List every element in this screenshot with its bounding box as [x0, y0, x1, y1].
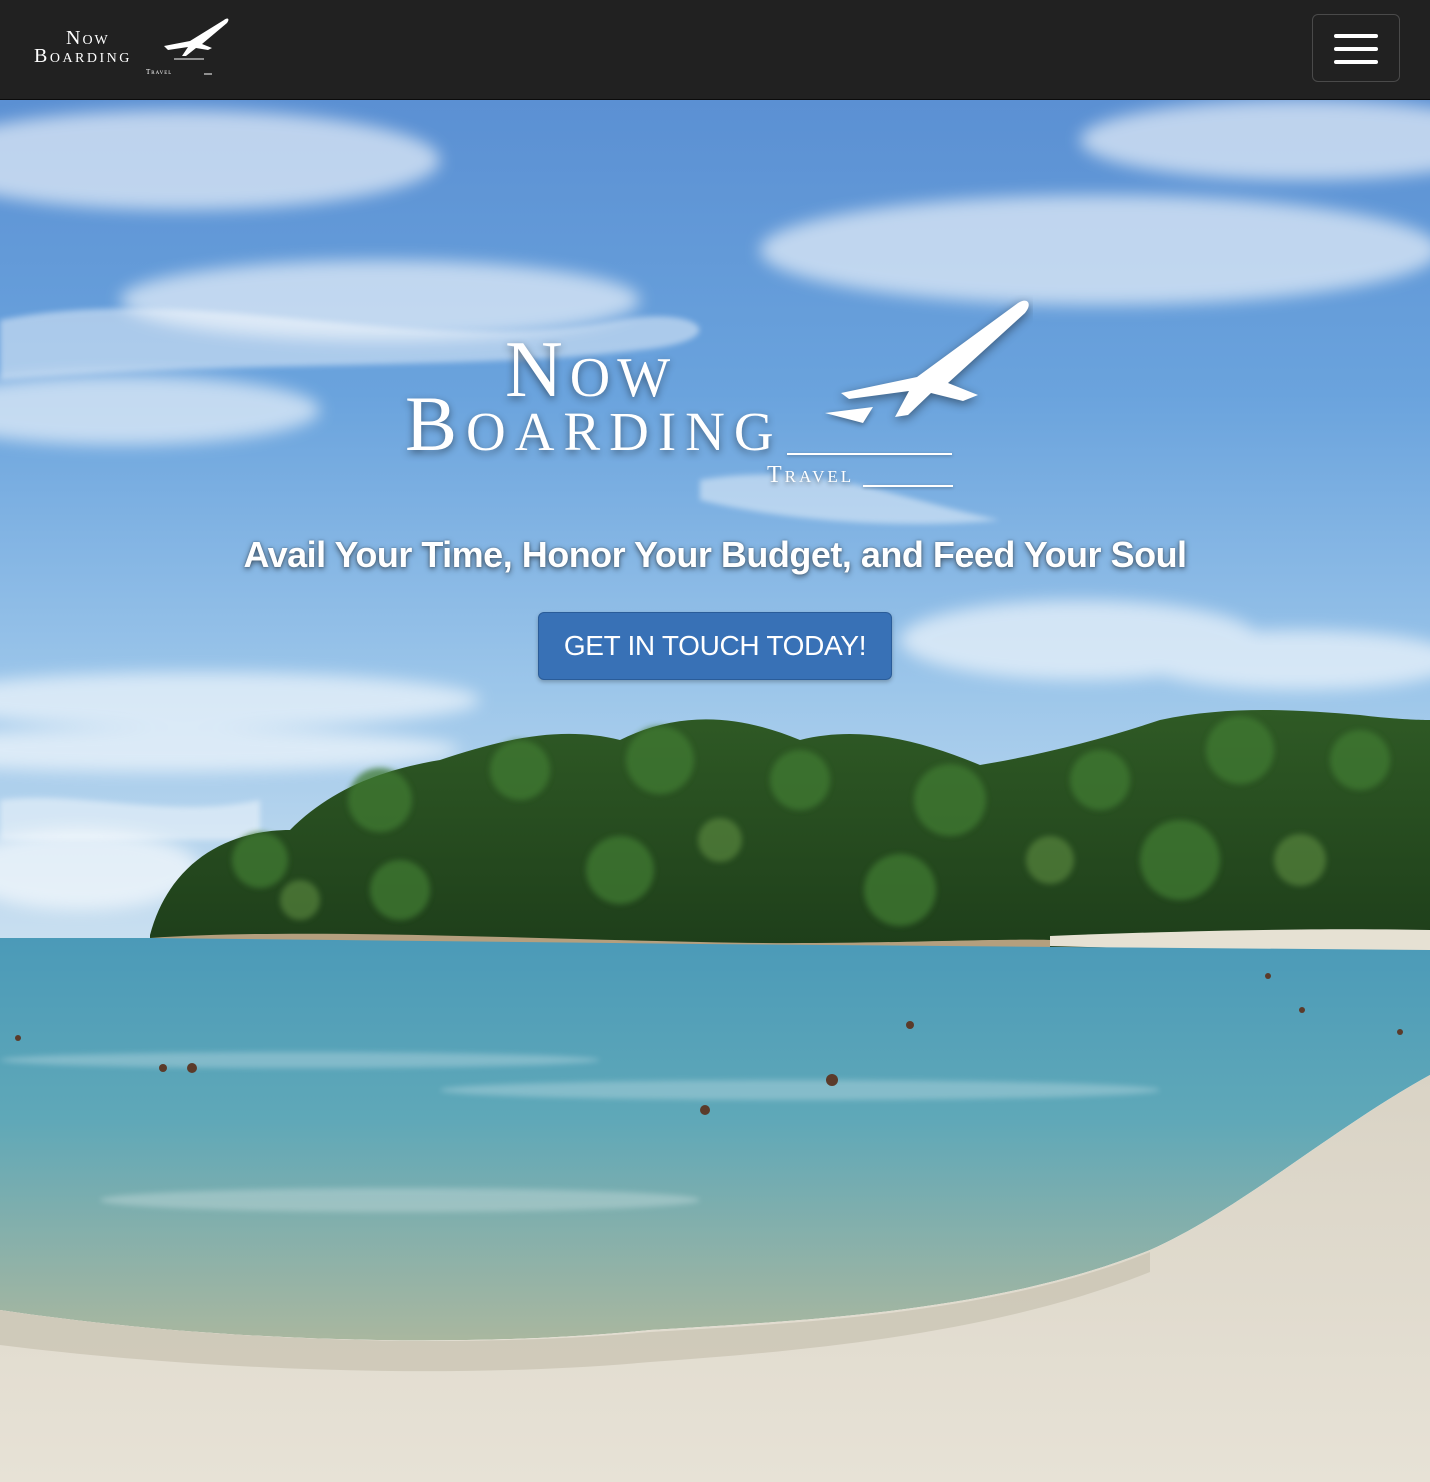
get-in-touch-button[interactable]: GET IN TOUCH TODAY! — [538, 612, 892, 680]
hero-logo-rule — [787, 453, 952, 455]
navbar: Now Boarding Travel — [0, 0, 1430, 100]
airplane-icon — [825, 300, 1029, 423]
hero-brand-logo: Now Boarding Travel — [405, 295, 1035, 495]
hamburger-menu-button[interactable] — [1312, 14, 1400, 82]
brand-logo-word-boarding: Boarding — [34, 45, 132, 67]
hamburger-menu-icon-bar — [1334, 47, 1378, 51]
hamburger-menu-icon-bar — [1334, 60, 1378, 64]
brand-logo-link[interactable]: Now Boarding Travel — [34, 14, 234, 80]
airplane-icon — [164, 18, 229, 75]
hero-logo-word-boarding: Boarding — [405, 380, 783, 467]
hero-logo-rule — [863, 485, 953, 487]
hero-tagline: Avail Your Time, Honor Your Budget, and … — [243, 534, 1187, 575]
hamburger-menu-icon — [1334, 34, 1378, 38]
hero-logo-word-travel: Travel — [767, 462, 855, 488]
hero-section: Now Boarding Travel Avail Your Time, Hon… — [0, 100, 1430, 1482]
